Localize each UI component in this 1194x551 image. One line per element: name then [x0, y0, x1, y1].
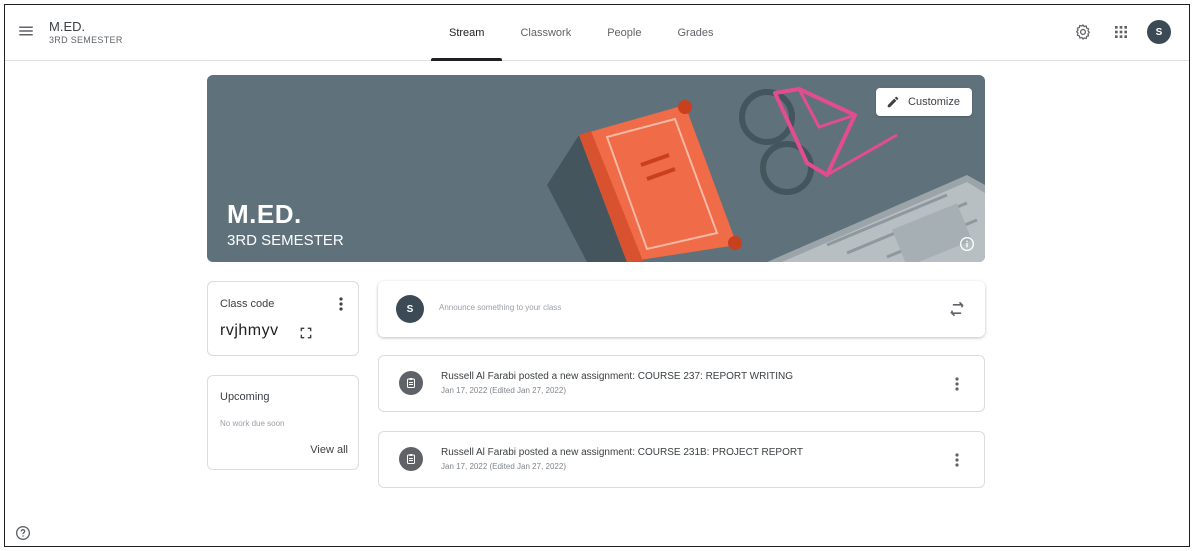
- announce-input[interactable]: Announce something to your class: [439, 303, 561, 312]
- account-avatar[interactable]: S: [1147, 20, 1171, 44]
- help-icon[interactable]: [15, 525, 31, 541]
- assignment-icon: [399, 371, 423, 395]
- customize-label: Customize: [908, 96, 960, 108]
- tab-classwork[interactable]: Classwork: [502, 5, 589, 61]
- upcoming-empty-text: No work due soon: [220, 419, 285, 428]
- repost-icon[interactable]: [947, 299, 967, 319]
- fullscreen-icon[interactable]: [299, 326, 313, 340]
- view-all-link[interactable]: View all: [310, 444, 348, 456]
- post-date: Jan 17, 2022 (Edited Jan 27, 2022): [441, 386, 566, 395]
- tab-grades[interactable]: Grades: [659, 5, 731, 61]
- top-app-bar: M.ED. 3RD SEMESTER Stream Classwork Peop…: [5, 5, 1189, 61]
- class-code-card: Class code rvjhmyv: [207, 281, 359, 356]
- class-section: 3RD SEMESTER: [49, 35, 123, 45]
- glasses-illustration: [739, 87, 898, 195]
- classroom-window: M.ED. 3RD SEMESTER Stream Classwork Peop…: [4, 4, 1190, 547]
- tab-stream[interactable]: Stream: [431, 5, 503, 61]
- customize-button[interactable]: Customize: [876, 88, 972, 116]
- upcoming-title: Upcoming: [220, 391, 270, 403]
- banner-class-name[interactable]: M.ED.: [227, 199, 302, 230]
- more-vert-icon[interactable]: [950, 450, 964, 470]
- tab-people[interactable]: People: [589, 5, 659, 61]
- class-code-label: Class code: [220, 298, 275, 310]
- more-vert-icon[interactable]: [334, 294, 348, 314]
- settings-icon[interactable]: [1071, 20, 1095, 44]
- assignment-icon: [399, 447, 423, 471]
- stream-post[interactable]: Russell Al Farabi posted a new assignmen…: [378, 355, 985, 412]
- class-code-value: rvjhmyv: [220, 322, 279, 339]
- post-title[interactable]: Russell Al Farabi posted a new assignmen…: [441, 371, 793, 382]
- book-illustration: [547, 100, 742, 262]
- class-banner: M.ED. 3RD SEMESTER Customize: [207, 75, 985, 262]
- apps-grid-icon[interactable]: [1109, 20, 1133, 44]
- class-tabs: Stream Classwork People Grades: [431, 5, 732, 61]
- class-name[interactable]: M.ED.: [49, 19, 123, 34]
- post-title[interactable]: Russell Al Farabi posted a new assignmen…: [441, 447, 803, 458]
- class-title-block[interactable]: M.ED. 3RD SEMESTER: [49, 19, 123, 47]
- user-avatar: S: [396, 295, 424, 323]
- post-date: Jan 17, 2022 (Edited Jan 27, 2022): [441, 462, 566, 471]
- banner-class-section: 3RD SEMESTER: [227, 232, 344, 249]
- top-right-actions: S: [1071, 20, 1171, 44]
- menu-icon[interactable]: [17, 22, 39, 44]
- pencil-icon: [887, 96, 899, 108]
- upcoming-card: Upcoming No work due soon View all: [207, 375, 359, 470]
- stream-post[interactable]: Russell Al Farabi posted a new assignmen…: [378, 431, 985, 488]
- more-vert-icon[interactable]: [950, 374, 964, 394]
- announce-box[interactable]: S Announce something to your class: [378, 281, 985, 337]
- info-icon[interactable]: [959, 236, 975, 252]
